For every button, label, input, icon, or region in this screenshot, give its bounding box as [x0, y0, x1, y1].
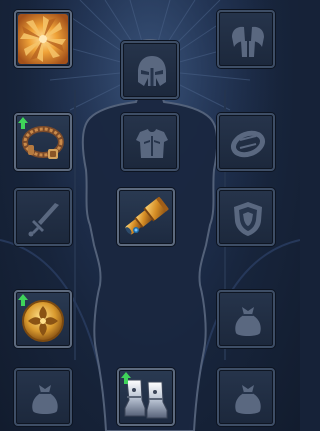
upgrade-arrow-icon — [18, 294, 28, 306]
head-slot[interactable] — [121, 41, 179, 99]
bag-right-slot[interactable] — [217, 290, 275, 348]
upgrade-arrow-icon — [18, 117, 28, 129]
pouch-icon — [32, 385, 58, 414]
sword-icon — [28, 203, 59, 237]
bag-bottom-right-slot[interactable] — [217, 368, 275, 426]
chest-slot[interactable] — [121, 113, 179, 171]
pouch-icon — [235, 307, 261, 336]
spyglass-icon — [125, 196, 169, 235]
equipment-panel — [0, 0, 300, 431]
main-hand-slot[interactable] — [14, 188, 72, 246]
ranged-slot[interactable] — [117, 188, 175, 246]
pouch-icon — [235, 385, 261, 414]
off-hand-slot[interactable] — [217, 188, 275, 246]
trinket-slot[interactable] — [14, 290, 72, 348]
shield-icon — [234, 202, 262, 236]
upgrade-arrow-icon — [121, 372, 131, 384]
sunburst-emblem-icon — [18, 14, 68, 64]
bracer-icon — [230, 130, 266, 158]
chest-armor-icon — [136, 129, 168, 158]
bracers-slot[interactable] — [217, 113, 275, 171]
pauldrons-icon — [232, 26, 264, 57]
bag-left-slot[interactable] — [14, 368, 72, 426]
avatar-slot[interactable] — [14, 10, 72, 68]
neck-slot[interactable] — [14, 113, 72, 171]
feet-slot[interactable] — [117, 368, 175, 426]
helmet-icon — [138, 56, 166, 86]
shoulders-slot[interactable] — [217, 10, 275, 68]
